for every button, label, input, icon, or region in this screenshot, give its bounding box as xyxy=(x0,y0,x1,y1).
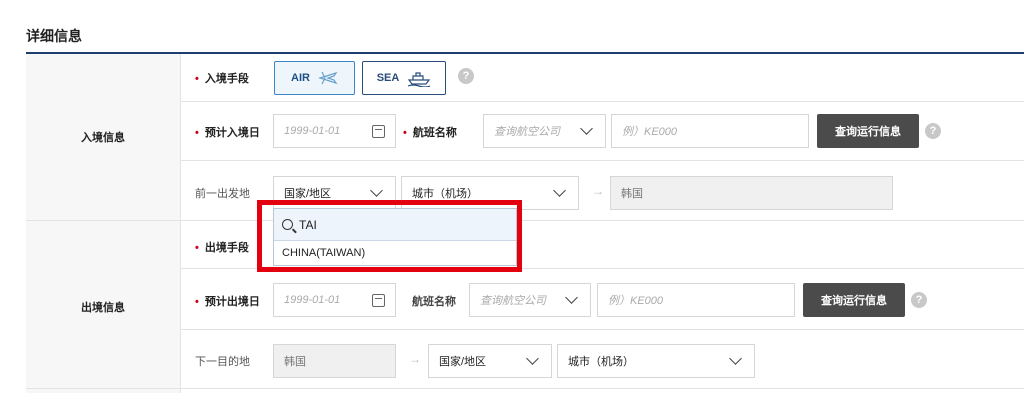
exit-group-label: 出境信息 xyxy=(26,220,181,393)
exit-method-label: • 出境手段 xyxy=(195,242,249,254)
row-divider xyxy=(181,160,1024,161)
exit-date-label: • 预计出境日 xyxy=(195,296,260,308)
entry-airline-select[interactable]: 查询航空公司 xyxy=(483,114,606,148)
group-divider xyxy=(26,220,1024,221)
airplane-icon xyxy=(317,71,338,85)
calendar-icon[interactable] xyxy=(372,124,385,138)
ship-icon xyxy=(408,72,431,87)
air-toggle-button[interactable]: AIR xyxy=(274,61,355,95)
entry-flight-label: • 航班名称 xyxy=(403,127,457,139)
row-divider xyxy=(181,329,1024,330)
entry-destination-field: 韩国 xyxy=(610,176,893,210)
highlight-box xyxy=(257,200,522,272)
exit-flight-number-input[interactable]: 例）KE000 xyxy=(597,283,795,317)
entry-group-label: 入境信息 xyxy=(26,54,181,220)
exit-date-input[interactable]: 1999-01-01 xyxy=(273,283,396,317)
air-label: AIR xyxy=(291,72,310,84)
section-title: 详细信息 xyxy=(26,28,82,44)
sea-toggle-button[interactable]: SEA xyxy=(362,61,446,95)
entry-date-input[interactable]: 1999-01-01 xyxy=(273,114,396,148)
exit-city-select[interactable]: 城市（机场） xyxy=(557,344,755,378)
arrow-right-icon: → xyxy=(592,184,604,198)
chevron-down-icon xyxy=(553,184,566,197)
chevron-down-icon xyxy=(526,352,539,365)
entry-date-label: • 预计入境日 xyxy=(195,127,260,139)
chevron-down-icon xyxy=(729,352,742,365)
exit-next-label: 下一目的地 xyxy=(195,356,250,368)
entry-flight-number-input[interactable]: 例）KE000 xyxy=(611,114,809,148)
sea-label: SEA xyxy=(376,72,400,84)
help-icon[interactable]: ? xyxy=(911,292,927,308)
row-divider xyxy=(26,388,1024,389)
entry-query-button[interactable]: 查询运行信息 xyxy=(817,114,919,148)
exit-origin-field: 韩国 xyxy=(273,344,396,378)
exit-airline-select[interactable]: 查询航空公司 xyxy=(469,283,591,317)
exit-query-button[interactable]: 查询运行信息 xyxy=(803,283,905,317)
entry-origin-label: 前一出发地 xyxy=(195,188,250,200)
row-divider xyxy=(181,101,1024,102)
arrow-right-icon: → xyxy=(409,352,421,366)
help-icon[interactable]: ? xyxy=(925,123,941,139)
exit-country-select[interactable]: 国家/地区 xyxy=(428,344,552,378)
chevron-down-icon xyxy=(580,122,593,135)
help-icon[interactable]: ? xyxy=(458,68,474,84)
exit-flight-label: 航班名称 xyxy=(412,296,456,308)
chevron-down-icon xyxy=(370,184,383,197)
calendar-icon[interactable] xyxy=(372,293,385,307)
chevron-down-icon xyxy=(565,291,578,304)
entry-method-label: • 入境手段 xyxy=(195,73,249,85)
